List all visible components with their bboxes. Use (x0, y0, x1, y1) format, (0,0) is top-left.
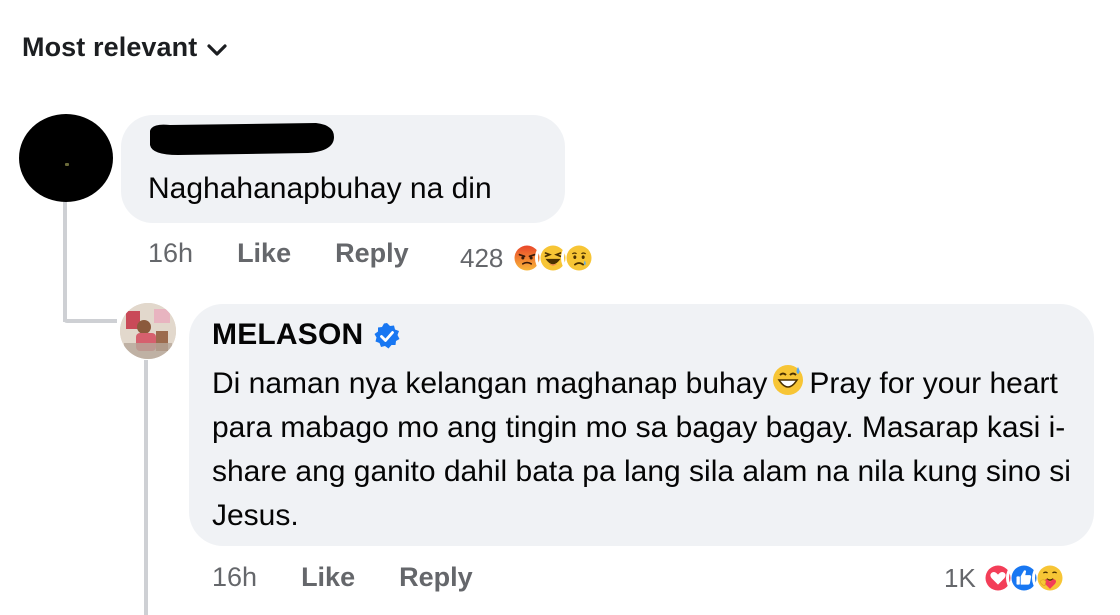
sort-dropdown[interactable]: Most relevant (22, 32, 227, 63)
comment-author-row: MELASON (212, 318, 401, 352)
comment-text: Naghahanapbuhay na din (148, 172, 492, 205)
comment-text: Di naman nya kelangan maghanap buhay Pra… (212, 362, 1072, 538)
thread-line (63, 200, 67, 322)
reaction-summary[interactable]: 428 (460, 240, 598, 276)
comment-author-name[interactable]: MELASON (212, 318, 363, 352)
comment-actions: 16h Like Reply (148, 238, 409, 269)
thread-line (144, 360, 148, 615)
comment-text-part: Di naman nya kelangan maghanap buhay (212, 367, 768, 400)
reply-button[interactable]: Reply (335, 238, 409, 269)
reaction-summary[interactable]: 1K (944, 560, 1068, 596)
comment-actions: 16h Like Reply (212, 562, 473, 593)
comment-timestamp[interactable]: 16h (148, 238, 193, 269)
grinning-sweat-emoji-icon (773, 365, 804, 395)
sort-label: Most relevant (22, 32, 198, 62)
like-button[interactable]: Like (301, 562, 355, 593)
sad-reaction-icon (561, 240, 598, 276)
avatar[interactable] (120, 303, 176, 359)
chevron-down-icon (207, 43, 227, 56)
avatar[interactable] (19, 114, 113, 202)
reply-button[interactable]: Reply (399, 562, 473, 593)
thread-connector (63, 319, 117, 323)
verified-badge-icon (374, 323, 400, 349)
reaction-count: 428 (460, 242, 504, 273)
redacted-author-name (150, 123, 334, 155)
reaction-count: 1K (944, 562, 976, 593)
care-reaction-icon (1031, 560, 1068, 596)
like-button[interactable]: Like (237, 238, 291, 269)
comment-timestamp[interactable]: 16h (212, 562, 257, 593)
